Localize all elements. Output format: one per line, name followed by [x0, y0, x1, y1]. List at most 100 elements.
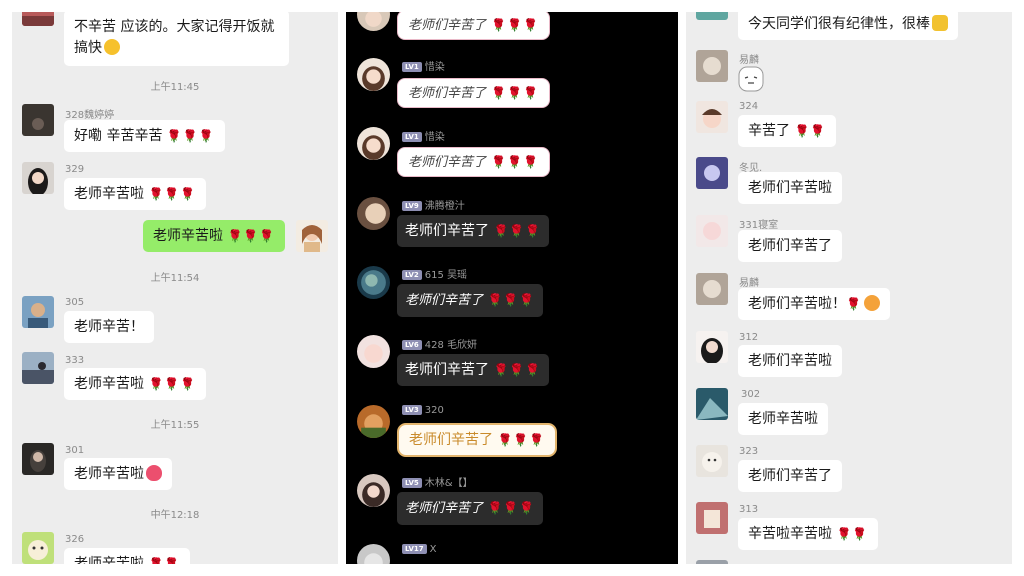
sticker-message[interactable] [738, 64, 764, 99]
message-bubble[interactable]: 老师们辛苦了 [738, 460, 842, 492]
sender-name: 324 [739, 101, 759, 112]
rose-icon: 🌹🌹 [148, 557, 181, 564]
sender-name: 328魏婷婷 [65, 110, 115, 121]
decorated-message-bubble[interactable]: 老师们辛苦了 🌹🌹🌹 [397, 423, 558, 457]
timestamp: 上午11:45 [150, 82, 200, 93]
avatar[interactable] [22, 352, 54, 384]
sender-name: LV1 惜染 [402, 128, 445, 143]
avatar[interactable] [696, 502, 728, 534]
sender-name: LV6 428 毛欣妍 [402, 336, 477, 351]
avatar[interactable] [696, 445, 728, 477]
avatar[interactable] [22, 162, 54, 194]
message-bubble[interactable]: 老师们辛苦了 🌹🌹🌹 [397, 215, 550, 247]
message-bubble[interactable]: 老师辛苦啦 🌹🌹 [64, 548, 191, 564]
level-badge: LV5 [402, 478, 422, 488]
avatar[interactable] [696, 50, 728, 82]
rose-icon: 🌹🌹🌹 [487, 293, 536, 307]
decorated-message-bubble[interactable]: 老师们辛苦了 🌹🌹🌹 [397, 147, 550, 177]
avatar[interactable] [357, 12, 390, 31]
avatar[interactable] [357, 58, 390, 91]
sender-name: LV2 615 吴瑶 [402, 266, 467, 281]
message-bubble[interactable]: 辛苦了 🌹🌹 [738, 115, 837, 147]
message-bubble[interactable]: 老师们辛苦了 🌹🌹🌹 [397, 284, 544, 317]
avatar[interactable] [696, 157, 728, 189]
message-text: 老师们辛苦了 [748, 238, 832, 254]
avatar[interactable] [696, 215, 728, 247]
avatar[interactable] [357, 405, 390, 438]
sender-name: LV1 惜染 [402, 58, 445, 73]
self-avatar[interactable] [296, 220, 328, 252]
sender-name: 333 [65, 355, 85, 366]
right-chat-screenshot: 今天同学们很有纪律性，很棒 易麟 324 辛苦了 🌹🌹 冬见. 老师们辛苦啦 3… [686, 12, 1012, 564]
middle-chat-screenshot: 老师们辛苦了 🌹🌹🌹 LV1 惜染 老师们辛苦了 🌹🌹🌹 LV1 惜染 老师们辛苦了… [346, 12, 678, 564]
self-message-bubble[interactable]: 老师辛苦啦 🌹🌹🌹 [143, 220, 286, 252]
message-bubble[interactable]: 老师辛苦啦 [64, 458, 172, 490]
message-bubble[interactable]: 老师们辛苦啦 [738, 345, 842, 377]
message-text: 今天同学们很有纪律性，很棒 [748, 16, 930, 32]
avatar[interactable] [22, 12, 54, 26]
rose-icon: 🌹🌹🌹 [166, 129, 215, 143]
avatar[interactable] [357, 127, 390, 160]
avatar[interactable] [696, 12, 728, 20]
grin-emoji [104, 39, 120, 55]
timestamp: 上午11:55 [150, 420, 200, 431]
angry-emoji [863, 295, 880, 311]
avatar[interactable] [357, 544, 390, 564]
sender-name: LV5 木林&【】 [402, 474, 473, 489]
rose-icon: 🌹🌹🌹 [491, 155, 539, 169]
message-text: 老师辛苦啦 [74, 186, 144, 202]
message-text: 辛苦啦辛苦啦 [748, 526, 832, 542]
rose-icon: 🌹🌹🌹 [148, 377, 197, 391]
message-text: 辛苦了 [748, 123, 790, 139]
avatar[interactable] [357, 474, 390, 507]
decorated-message-bubble[interactable]: 老师们辛苦了 🌹🌹🌹 [397, 12, 550, 40]
sender-name: 易麟 [739, 278, 759, 289]
message-text: 老师们辛苦了 [409, 432, 493, 448]
rose-icon: 🌹🌹🌹 [491, 18, 539, 32]
avatar[interactable] [22, 296, 54, 328]
avatar[interactable] [696, 273, 728, 305]
message-text: 老师辛苦啦 [74, 466, 144, 482]
message-bubble[interactable]: 好嘞 辛苦辛苦 🌹🌹🌹 [64, 120, 225, 152]
rose-icon: 🌹🌹 [836, 527, 869, 541]
sticker-icon [738, 66, 764, 92]
avatar[interactable] [22, 104, 54, 136]
message-text: 老师辛苦啦 [748, 411, 818, 427]
sender-name: 301 [65, 445, 85, 456]
avatar[interactable] [696, 560, 728, 564]
sender-name: 302 [741, 389, 761, 400]
avatar[interactable] [696, 101, 728, 133]
avatar[interactable] [696, 331, 728, 363]
message-bubble[interactable]: 不辛苦 应该的。大家记得开饭就搞快 [64, 12, 289, 66]
sender-name: LV17 X [402, 544, 437, 555]
avatar[interactable] [22, 532, 54, 564]
message-bubble[interactable]: 老师们辛苦了 🌹🌹🌹 [397, 492, 544, 525]
message-bubble[interactable]: 辛苦啦辛苦啦 🌹🌹 [738, 518, 879, 550]
rose-icon: 🌹🌹🌹 [487, 501, 536, 515]
rose-icon: 🌹🌹 [794, 124, 827, 138]
decorated-message-bubble[interactable]: 老师们辛苦了 🌹🌹🌹 [397, 78, 550, 108]
message-bubble[interactable]: 老师们辛苦啦 [738, 172, 842, 204]
rose-icon: 🌹🌹🌹 [497, 433, 546, 447]
message-bubble[interactable]: 老师辛苦啦 [738, 403, 828, 435]
sender-name: LV9 沸腾橙汁 [402, 197, 465, 212]
message-bubble[interactable]: 老师们辛苦啦！🌹 [738, 288, 890, 320]
message-bubble[interactable]: 今天同学们很有纪律性，很棒 [738, 12, 958, 40]
level-badge: LV9 [402, 201, 422, 211]
avatar[interactable] [696, 388, 728, 420]
message-bubble[interactable]: 老师们辛苦了 🌹🌹🌹 [397, 354, 550, 386]
level-badge: LV3 [402, 405, 422, 415]
level-badge: LV17 [402, 544, 427, 554]
message-bubble[interactable]: 老师们辛苦了 [738, 230, 842, 262]
message-bubble[interactable]: 老师辛苦啦 🌹🌹🌹 [64, 368, 207, 400]
message-text: 老师辛苦啦 [74, 376, 144, 392]
avatar[interactable] [22, 443, 54, 475]
avatar[interactable] [357, 197, 390, 230]
message-bubble[interactable]: 老师辛苦！ [64, 311, 154, 343]
message-text: 老师们辛苦了 [408, 18, 487, 33]
rose-icon: 🌹🌹🌹 [148, 187, 197, 201]
level-badge: LV2 [402, 270, 422, 280]
avatar[interactable] [357, 335, 390, 368]
message-bubble[interactable]: 老师辛苦啦 🌹🌹🌹 [64, 178, 207, 210]
avatar[interactable] [357, 266, 390, 299]
